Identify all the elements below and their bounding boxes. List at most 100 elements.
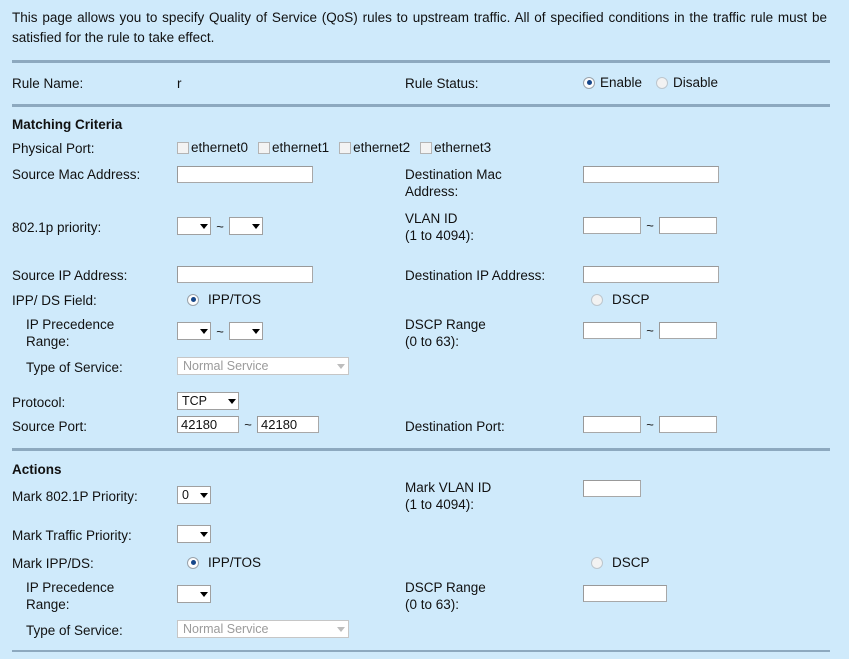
mark-traffic-priority-label: Mark Traffic Priority: [12, 528, 132, 543]
ip-precedence-range-cell: ~ [177, 316, 405, 340]
source-port-to-input[interactable] [257, 416, 319, 433]
radio-disable-label: Disable [673, 75, 719, 90]
dot1p-priority-from-select[interactable] [177, 217, 211, 235]
radio-off-icon [591, 556, 603, 569]
radio-mark-ipp-tos-label: IPP/TOS [208, 555, 262, 570]
qos-rule-page: This page allows you to specify Quality … [0, 0, 849, 659]
dot1p-priority-to-select[interactable] [229, 217, 263, 235]
source-port-from-input[interactable] [177, 416, 239, 433]
radio-rule-status-disable[interactable]: Disable [656, 75, 718, 90]
mark-ip-precedence-select[interactable] [177, 585, 211, 603]
destination-mac-input[interactable] [583, 166, 719, 183]
chevron-down-icon [200, 531, 208, 537]
mark-8021p-vlan-row: Mark 802.1P Priority: 0 Mark VLAN ID (1 … [12, 480, 830, 513]
checkbox-ethernet2[interactable]: ethernet2 [339, 140, 410, 155]
checkbox-ethernet3[interactable]: ethernet3 [420, 140, 491, 155]
divider-actions-top [12, 448, 830, 451]
chevron-down-icon [200, 223, 208, 229]
physical-port-row: Physical Port: ethernet0 ethernet1 ether… [12, 140, 830, 157]
protocol-cell: TCP [177, 392, 405, 410]
mark-type-of-service-select[interactable]: Normal Service [177, 620, 349, 638]
checkbox-ethernet1-label: ethernet1 [272, 140, 330, 155]
page-description: This page allows you to specify Quality … [12, 10, 827, 45]
dot1p-priority-label: 802.1p priority: [12, 220, 102, 235]
ip-precedence-from-select[interactable] [177, 322, 211, 340]
destination-ip-input[interactable] [583, 266, 719, 283]
mark-dscp-cell: DSCP [583, 555, 830, 572]
chevron-down-icon [252, 328, 260, 334]
dscp-range-cell: ~ [583, 316, 830, 339]
radio-mark-dscp[interactable]: DSCP [583, 555, 650, 570]
radio-enable-label: Enable [600, 75, 643, 90]
chevron-down-icon [200, 492, 208, 498]
destination-ip-label: Destination IP Address: [405, 268, 546, 283]
checkbox-ethernet1[interactable]: ethernet1 [258, 140, 329, 155]
divider-top [12, 60, 830, 63]
radio-rule-status-enable[interactable]: Enable [583, 75, 642, 90]
vlan-id-to-input[interactable] [659, 217, 717, 234]
mark-ipp-tos-cell: IPP/TOS [177, 555, 405, 572]
checkbox-ethernet2-label: ethernet2 [353, 140, 411, 155]
radio-dscp[interactable]: DSCP [583, 292, 650, 307]
mark-type-of-service-label: Type of Service: [26, 623, 123, 638]
type-of-service-select[interactable]: Normal Service [177, 357, 349, 375]
ipp-tos-option-cell: IPP/TOS [177, 292, 405, 309]
mark-dscp-range-input[interactable] [583, 585, 667, 602]
divider-bottom [12, 650, 830, 652]
protocol-select[interactable]: TCP [177, 392, 239, 410]
radio-on-icon [187, 293, 199, 306]
source-ip-input[interactable] [177, 266, 313, 283]
dscp-range-to-input[interactable] [659, 322, 717, 339]
chevron-down-icon [252, 223, 260, 229]
rule-summary-row: Rule Name: r Rule Status: Enable Disable [12, 75, 830, 92]
mark-traffic-priority-cell [177, 524, 405, 543]
type-of-service-label: Type of Service: [26, 360, 123, 375]
mark-ipp-ds-label: Mark IPP/DS: [12, 556, 94, 571]
dscp-range-from-input[interactable] [583, 322, 641, 339]
checkbox-ethernet0[interactable]: ethernet0 [177, 140, 248, 155]
rule-status-label: Rule Status: [405, 76, 479, 91]
mark-type-of-service-row: Type of Service: Normal Service [12, 620, 830, 639]
mark-vlan-id-input[interactable] [583, 480, 641, 497]
source-mac-label: Source Mac Address: [12, 167, 141, 182]
dscp-option-cell: DSCP [583, 292, 830, 309]
divider-matching-top [12, 104, 830, 107]
mark-8021p-priority-label: Mark 802.1P Priority: [12, 489, 138, 504]
destination-mac-field-cell [583, 166, 830, 183]
destination-port-from-input[interactable] [583, 416, 641, 433]
mark-8021p-priority-select[interactable]: 0 [177, 486, 211, 504]
vlan-id-label: VLAN ID (1 to 4094): [405, 211, 475, 243]
checkbox-icon [420, 141, 433, 154]
radio-dscp-label: DSCP [612, 292, 650, 307]
mark-ip-precedence-cell [177, 579, 405, 603]
mark-traffic-priority-select[interactable] [177, 525, 211, 543]
source-ip-label: Source IP Address: [12, 268, 128, 283]
mark-8021p-cell: 0 [177, 485, 405, 504]
checkbox-ethernet0-label: ethernet0 [191, 140, 249, 155]
protocol-label: Protocol: [12, 395, 66, 410]
vlan-id-from-input[interactable] [583, 217, 641, 234]
type-of-service-row: Type of Service: Normal Service [12, 357, 830, 376]
checkbox-icon [258, 141, 271, 154]
radio-ipp-tos-label: IPP/TOS [208, 292, 262, 307]
radio-mark-dscp-label: DSCP [612, 555, 650, 570]
mac-address-row: Source Mac Address: Destination Mac Addr… [12, 166, 830, 200]
source-port-label: Source Port: [12, 419, 88, 434]
mark-vlan-id-cell [583, 480, 830, 497]
range-separator: ~ [244, 417, 252, 432]
checkbox-icon [339, 141, 352, 154]
mark-dscp-range-cell [583, 579, 830, 602]
checkbox-icon [177, 141, 189, 154]
destination-port-to-input[interactable] [659, 416, 717, 433]
mark-vlan-id-label: Mark VLAN ID (1 to 4094): [405, 480, 492, 512]
ip-precedence-dscp-row: IP Precedence Range: ~ DSCP Range (0 to … [12, 316, 830, 350]
mark-ip-precedence-dscp-row: IP Precedence Range: DSCP Range (0 to 63… [12, 579, 830, 613]
radio-ipp-tos[interactable]: IPP/TOS [177, 292, 261, 307]
radio-mark-ipp-tos[interactable]: IPP/TOS [177, 555, 261, 570]
ip-precedence-range-label: IP Precedence Range: [26, 317, 115, 349]
source-mac-input[interactable] [177, 166, 313, 183]
mark-dscp-range-label: DSCP Range (0 to 63): [405, 580, 486, 612]
ip-precedence-to-select[interactable] [229, 322, 263, 340]
range-separator: ~ [646, 218, 654, 233]
source-ip-field-cell [177, 266, 405, 283]
